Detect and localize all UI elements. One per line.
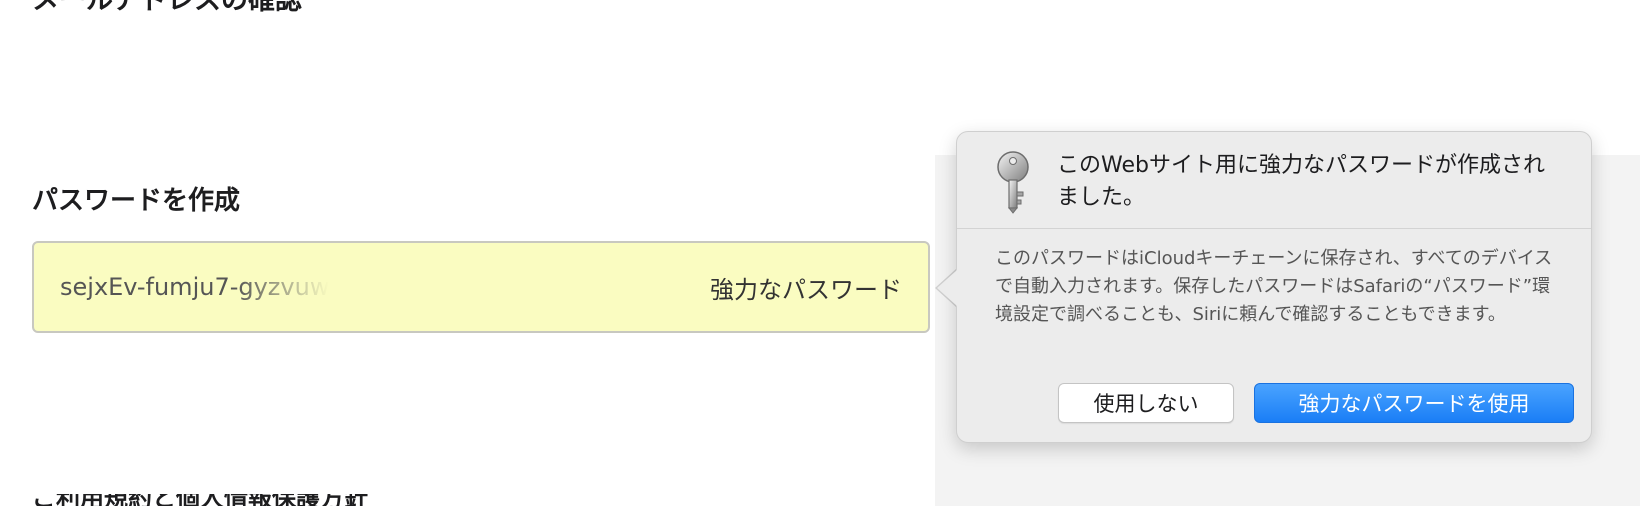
dont-use-button[interactable]: 使用しない: [1058, 383, 1234, 423]
bottom-text: ご利用規約と個人情報保護方針: [32, 494, 368, 506]
password-strength-label: 強力なパスワード: [710, 275, 902, 304]
use-strong-password-button[interactable]: 強力なパスワードを使用: [1254, 383, 1574, 423]
popover-arrow: [937, 270, 957, 306]
password-field[interactable]: sejxEv-fumju7-gyzvuw 強力なパスワード: [32, 241, 930, 333]
bottom-text-partial: ご利用規約と個人情報保護方針: [32, 494, 452, 506]
page-heading-partial: メールアドレスの確認: [32, 0, 302, 16]
popover-title: このWebサイト用に強力なパスワードが作成されました。: [1057, 153, 1545, 210]
popover-header: このWebサイト用に強力なパスワードが作成されました。: [957, 132, 1591, 229]
popover-description: このパスワードはiCloudキーチェーンに保存され、すべてのデバイスで自動入力さ…: [995, 248, 1553, 325]
section-title: パスワードを作成: [32, 186, 241, 216]
page: メールアドレスの確認 パスワードを作成 sejxEv-fumju7-gyzvuw…: [0, 0, 1640, 506]
key-icon: [993, 150, 1033, 214]
password-popover: このWebサイト用に強力なパスワードが作成されました。 このパスワードはiClo…: [956, 131, 1592, 443]
password-value: sejxEv-fumju7-gyzvuw: [60, 273, 330, 301]
